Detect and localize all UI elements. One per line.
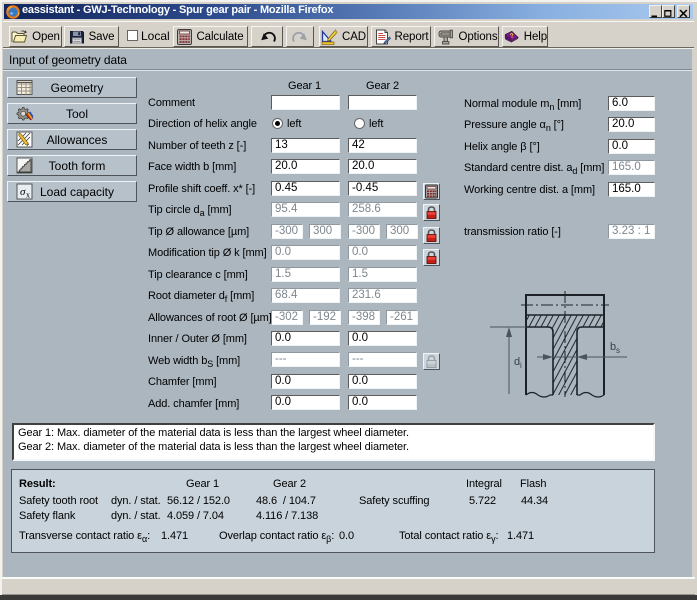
svg-text:i: i [520,361,522,370]
svg-text:s: s [616,346,620,355]
svg-text:x: x [26,191,30,200]
